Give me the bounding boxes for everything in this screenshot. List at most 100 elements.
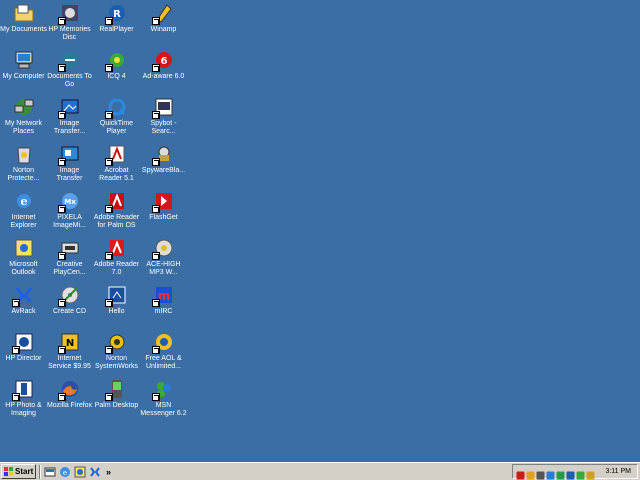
desktop-icon-flashget[interactable]: FlashGet [140, 190, 187, 237]
start-button[interactable]: Start [1, 464, 36, 479]
desktop-icon-avrack[interactable]: AvRack [0, 284, 47, 331]
antivirus-tray-icon[interactable] [526, 467, 535, 480]
shortcut-arrow-icon [11, 346, 20, 354]
creative-playcenter-icon [57, 237, 81, 260]
desktop-icon-msn-messenger[interactable]: MSN Messenger 6.2 [140, 378, 187, 425]
desktop-icon-outlook[interactable]: Microsoft Outlook [0, 237, 47, 284]
desktop-icon-image-transfer-2[interactable]: Image Transfer [46, 143, 93, 190]
desktop-icon-acrobat-reader[interactable]: Acrobat Reader 5.1 [93, 143, 140, 190]
adobe-tray-icon[interactable] [516, 467, 525, 480]
desktop-icon-realplayer[interactable]: R RealPlayer [93, 2, 140, 49]
desktop-icon-hello[interactable]: Hello [93, 284, 140, 331]
quick-launch-show-desktop-icon[interactable] [44, 466, 56, 478]
aol-tray-icon[interactable] [566, 467, 575, 480]
desktop-icon-label: Documents To Go [47, 73, 92, 88]
documents-to-go-icon [57, 49, 81, 72]
desktop-icon-spybot[interactable]: Spybot - Searc... [140, 96, 187, 143]
quick-launch-avrack-icon[interactable] [89, 466, 101, 478]
desktop-icon-label: Spybot - Searc... [150, 120, 177, 135]
ad-aware-icon: 6 [151, 49, 175, 72]
desktop-icon-hp-photo-imaging[interactable]: HP Photo & Imaging [0, 378, 47, 425]
desktop-icon-pixela-imagemixer[interactable]: Mx PIXELA ImageMi... [46, 190, 93, 237]
desktop-icon-firefox[interactable]: Mozilla Firefox [46, 378, 93, 425]
desktop-icon-label: RealPlayer [99, 26, 134, 33]
desktop-icon-computer[interactable]: My Computer [0, 49, 47, 96]
desktop-icon-label: Image Transfer... [53, 120, 86, 135]
desktop-icon-palm-desktop[interactable]: Palm Desktop [93, 378, 140, 425]
desktop-icon-label: PIXELA ImageMi... [53, 214, 86, 229]
desktop-icon-icq[interactable]: ICQ 4 [93, 49, 140, 96]
adobe-reader-palm-icon [104, 190, 128, 213]
network-tray-icon[interactable] [546, 467, 555, 480]
desktop-icon-label: AvRack [11, 308, 36, 315]
msn-tray-icon[interactable] [576, 467, 585, 480]
desktop-icon-label: Internet Explorer [10, 214, 37, 229]
quick-launch-more-chevron[interactable]: » [106, 467, 111, 477]
firefox-icon [57, 378, 81, 401]
clock[interactable]: 3:11 PM [605, 468, 631, 475]
desktop-icon-quicktime[interactable]: QuickTime Player [93, 96, 140, 143]
desktop-icon-internet-explorer[interactable]: e Internet Explorer [0, 190, 47, 237]
shortcut-arrow-icon [151, 111, 160, 119]
taskbar-separator [39, 464, 41, 479]
spywareblaster-icon [151, 143, 175, 166]
desktop-icon-hp-memories-disc[interactable]: HP Memories Disc [46, 2, 93, 49]
norton-protected-recycle-bin-icon [13, 143, 35, 165]
icon-column-2: HP Memories Disc Documents To Go Image Tra… [46, 2, 93, 425]
desktop-icon-label: ICQ 4 [107, 73, 126, 80]
quick-launch-internet-explorer-icon[interactable]: e [59, 466, 71, 478]
hello-icon [104, 284, 128, 307]
system-tray: 3:11 PM [512, 464, 638, 480]
aol-icon [151, 331, 175, 354]
icq-icon [104, 49, 128, 72]
folder-documents-icon [13, 2, 35, 24]
desktop-icon-mirc[interactable]: m mIRC [140, 284, 187, 331]
shortcut-arrow-icon [151, 346, 160, 354]
desktop-icon-folder-documents[interactable]: My Documents [0, 2, 47, 49]
norton-systemworks-icon [104, 331, 128, 354]
desktop-icon-winamp[interactable]: Winamp [140, 2, 187, 49]
shortcut-arrow-icon [104, 205, 113, 213]
desktop-icon-netscape-internet-service[interactable]: N Internet Service $9.95 [46, 331, 93, 378]
quicktime-icon [104, 96, 128, 119]
desktop-icon-adobe-reader-palm[interactable]: Adobe Reader for Palm OS [93, 190, 140, 237]
desktop-icon-network-places[interactable]: My Network Places [0, 96, 47, 143]
desktop-icon-label: Norton SystemWorks [94, 355, 139, 370]
desktop-icon-label: Acrobat Reader 5.1 [99, 167, 134, 182]
shortcut-arrow-icon [104, 252, 113, 260]
desktop-icon-label: ACE-HIGH MP3 W... [146, 261, 181, 276]
svg-text:e: e [20, 195, 27, 208]
desktop-icon-label: QuickTime Player [99, 120, 134, 135]
desktop: My Documents My Computer My Network Places… [0, 0, 640, 462]
shield-tray-icon[interactable] [586, 467, 595, 480]
desktop-icon-label: Create CD [52, 308, 87, 315]
desktop-icon-adobe-reader-7[interactable]: Adobe Reader 7.0 [93, 237, 140, 284]
hp-photo-imaging-icon [11, 378, 35, 401]
realplayer-icon: R [104, 2, 128, 25]
desktop-icon-spywareblaster[interactable]: SpywareBla... [140, 143, 187, 190]
shortcut-arrow-icon [104, 111, 113, 119]
desktop-icon-label: Adobe Reader 7.0 [93, 261, 140, 276]
desktop-icon-norton-systemworks[interactable]: Norton SystemWorks [93, 331, 140, 378]
desktop-icon-ad-aware[interactable]: 6 Ad-aware 6.0 [140, 49, 187, 96]
desktop-icon-label: mIRC [154, 308, 173, 315]
desktop-icon-label: FlashGet [149, 214, 178, 221]
palm-hotsync-tray-icon[interactable] [556, 467, 565, 480]
speaker-tray-icon[interactable] [536, 467, 545, 480]
svg-text:R: R [113, 9, 121, 20]
palm-desktop-icon [104, 378, 128, 401]
desktop-icon-norton-protected-recycle-bin[interactable]: Norton Protecte... [0, 143, 47, 190]
desktop-icon-hp-director[interactable]: HP Director [0, 331, 47, 378]
desktop-icon-image-transfer[interactable]: Image Transfer... [46, 96, 93, 143]
desktop-icon-aol[interactable]: Free AOL & Unlimited... [140, 331, 187, 378]
desktop-icon-create-cd[interactable]: Create CD [46, 284, 93, 331]
desktop-icon-documents-to-go[interactable]: Documents To Go [46, 49, 93, 96]
svg-text:6: 6 [160, 56, 167, 67]
desktop-icon-ace-high-mp3[interactable]: ACE-HIGH MP3 W... [140, 237, 187, 284]
desktop-icon-label: My Documents [0, 26, 47, 33]
avrack-icon [11, 284, 35, 307]
desktop-icon-creative-playcenter[interactable]: Creative PlayCen... [46, 237, 93, 284]
quick-launch-outlook-icon[interactable] [74, 466, 86, 478]
shortcut-arrow-icon [104, 17, 113, 25]
shortcut-arrow-icon [151, 252, 160, 260]
